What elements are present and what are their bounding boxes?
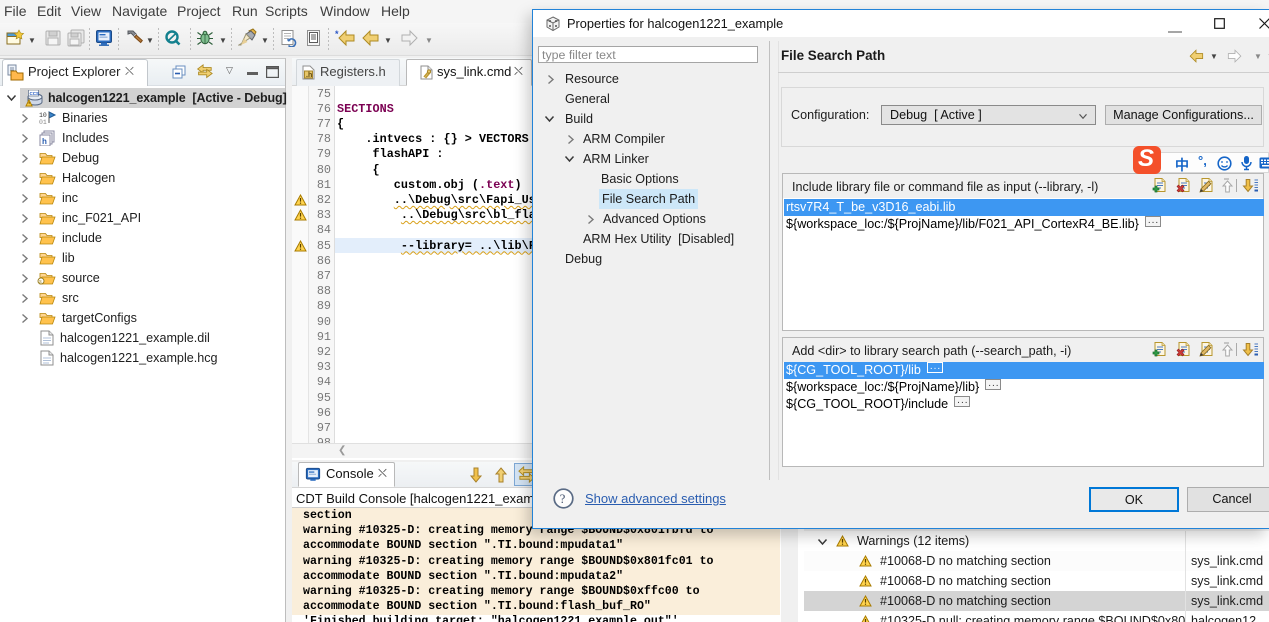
svg-text:CCS: CCS (30, 91, 40, 96)
svg-text:*: * (335, 29, 339, 39)
svg-text:?: ? (560, 492, 566, 506)
svg-text:.h: .h (306, 72, 312, 79)
svg-text:h: h (42, 137, 47, 146)
svg-text:01: 01 (39, 119, 47, 126)
svg-text:10: 10 (39, 112, 47, 119)
svg-text:s: s (39, 279, 42, 285)
